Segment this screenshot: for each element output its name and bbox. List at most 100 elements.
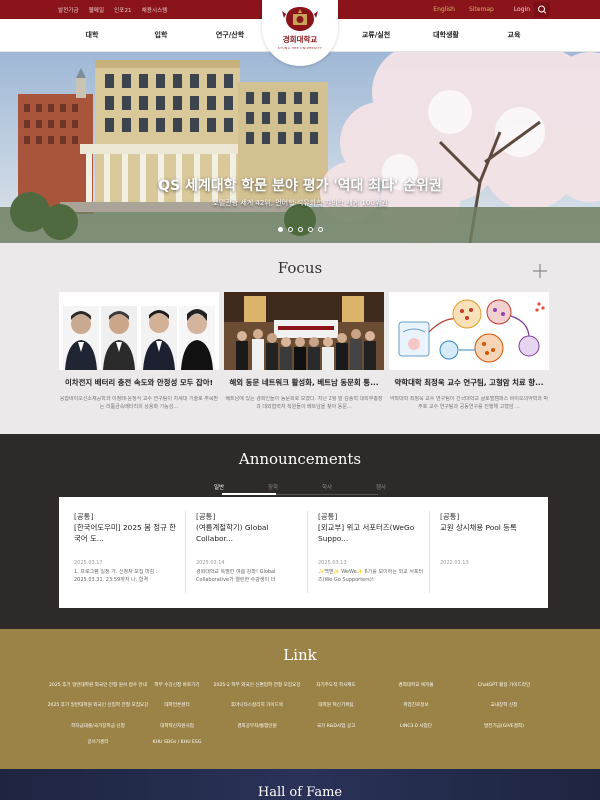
slider-dot[interactable] (277, 227, 283, 232)
slider-pagination (0, 227, 600, 232)
university-emblem-icon (282, 7, 318, 31)
announcements-panel: [공통] [한국어도우미] 2025 봄 정규 한국어 도... 2025.03… (59, 497, 548, 608)
slider-dot[interactable] (297, 227, 303, 232)
focus-card-summary: 베트남에 있는 경희인들이 동문회로 모였다. 지난 2월 말 김종혁 대외부총… (225, 396, 383, 410)
quick-link[interactable]: 대학언론센터 (164, 703, 189, 709)
announcement-tag: [공통] (196, 512, 216, 521)
announcement-title[interactable]: 교원 상시채용 Pool 등록 (440, 522, 546, 544)
focus-card[interactable]: 이차전지 배터리 충전 속도와 안정성 모두 잡아! 응합바이오신소재공학과 이… (59, 292, 219, 411)
announcement-excerpt (440, 569, 546, 584)
tab-general[interactable]: 일반 (192, 483, 246, 491)
nav-item-admission[interactable]: 입학 (155, 19, 168, 52)
quick-link[interactable]: 경희공부자/통합인원 (237, 724, 277, 730)
slider-dot[interactable] (317, 227, 323, 232)
alumni-group-photo-image (224, 292, 384, 370)
announcement-date: 2025.03.14 (196, 560, 225, 566)
slider-dot[interactable] (287, 227, 293, 232)
link-title: Link (283, 646, 317, 664)
nav-item-education[interactable]: 교육 (508, 19, 521, 52)
quick-link[interactable]: 2025-2 학부 외국인 신편입학 전형 모집요강 (214, 683, 301, 689)
announcement-excerpt: ✨백엔✨ WeWe✨ 6기를 모이하는 외교 서포터즈(We Go Suppor… (318, 569, 424, 583)
focus-section: Focus 이차전지 배터리 충전 속도와 안정성 모두 잡아! 응합바이오신소… (0, 243, 600, 434)
nav-item-exchange[interactable]: 교류/실천 (362, 19, 390, 52)
quick-link[interactable]: 경희대학교 복지몰 (398, 683, 433, 689)
search-button[interactable] (534, 2, 550, 17)
tab-underline-active (222, 493, 276, 495)
login-link[interactable]: Login (514, 6, 530, 13)
announcement-excerpt: 경희대학교 특별한 여름 강좌! Global Collaborative가 열… (196, 569, 276, 583)
tab-scholarship[interactable]: 장학 (246, 483, 300, 491)
hero-subheadline: 호텔관광 세계 42위, 언어학·석유화학·치의학 세계 100위권 (212, 199, 388, 207)
quick-link[interactable]: KHU SDGs / KHU ESG (153, 740, 202, 746)
quick-link[interactable]: 학자금대출/국가장학금 신청 (71, 724, 125, 730)
quick-link[interactable]: 발전기금(GIVE경희) (484, 724, 524, 730)
utility-link-recruit[interactable]: 채용시스템 (142, 6, 168, 14)
quick-link[interactable]: 대학혁신지원사업 (160, 724, 194, 730)
quick-link[interactable]: 2025 후기 일반대학원 외국인 전형 원서 접수 안내 (49, 683, 147, 689)
english-link[interactable]: English (433, 6, 455, 13)
quick-link[interactable]: 국가 R&D사업 공고 (317, 724, 356, 730)
nav-item-research[interactable]: 연구/산학 (216, 19, 244, 52)
quick-link[interactable]: 교내장학 신청 (491, 703, 518, 709)
utility-right: English Sitemap Login (433, 0, 530, 19)
researchers-portrait-image (59, 292, 219, 370)
focus-title: Focus (277, 259, 323, 277)
hall-of-fame-section: Hall of Fame (0, 769, 600, 800)
announcement-tag: [공통] (440, 512, 460, 521)
announcements-section: Announcements 일반 장학 학사 행사 [공통] [한국어도우미] … (0, 434, 600, 629)
announcement-item[interactable]: [공통] 교원 상시채용 Pool 등록 2022.01.13 (440, 511, 546, 584)
announcement-tag: [공통] (318, 512, 338, 521)
quick-link[interactable]: 취업진로정보 (403, 703, 428, 709)
announcement-date: 2022.01.13 (440, 560, 469, 566)
focus-card-image (224, 292, 384, 370)
nav-item-campus-life[interactable]: 대학생활 (433, 19, 459, 52)
focus-card-title[interactable]: 약학대학 최정욱 교수 연구팀, 고형암 치료 향... (389, 377, 549, 388)
quick-link[interactable]: 자기주도적 학사제도 (316, 683, 356, 689)
focus-card-summary: 응합바이오신소재공학과 이정태·윤정식 교수 연구팀이 차세대 기술로 주목받는… (59, 396, 219, 410)
focus-card[interactable]: 약학대학 최정욱 교수 연구팀, 고형암 치료 향... 약학대학 최정욱 교수… (389, 292, 549, 411)
logo-subtitle: KYUNG HEE UNIVERSITY (277, 46, 323, 50)
announcement-excerpt: 1. 프로그램 일정 가. 신청자 모집 마감 : 2025.03.31. 23… (74, 569, 158, 583)
utility-link-webmail[interactable]: 웹메일 (89, 6, 104, 14)
tab-academic[interactable]: 학사 (300, 483, 354, 491)
utility-link-info21[interactable]: 인포21 (114, 6, 132, 14)
quick-link[interactable]: 2025 후기 일반대학원 외국인 신입학 전형 모집요강 (48, 703, 149, 709)
announcements-title: Announcements (238, 450, 362, 468)
quick-link[interactable]: 학부 수강신청 바로가기 (154, 683, 199, 689)
focus-card-summary: 약학대학 최정욱 교수 연구팀이 건국대학교 글로벌캠퍼스 바이오의약학과 박주… (389, 396, 549, 410)
sitemap-link[interactable]: Sitemap (469, 6, 494, 13)
utility-link-fund[interactable]: 발전기금 (58, 6, 79, 14)
column-divider (307, 511, 308, 593)
focus-card-title[interactable]: 이차전지 배터리 충전 속도와 안정성 모두 잡아! (59, 377, 219, 388)
quick-link[interactable]: ChatGPT 활용 가이드라인 (478, 683, 530, 689)
nav-item-university[interactable]: 대학 (86, 19, 99, 52)
search-icon (534, 2, 550, 17)
quick-link[interactable]: 대학원 혁신기획팀 (318, 703, 353, 709)
logo-name: 경희대학교 (282, 35, 318, 44)
hero-headline[interactable]: QS 세계대학 학문 분야 평가 '역대 최다' 순위권 (0, 175, 600, 195)
announcement-title[interactable]: (여름계절학기) Global Collabor... (196, 522, 302, 544)
hero-campus-photo (0, 52, 600, 243)
hero-slider[interactable]: QS 세계대학 학문 분야 평가 '역대 최다' 순위권 호텔관광 세계 42위… (0, 52, 600, 243)
announcement-item[interactable]: [공통] [한국어도우미] 2025 봄 정규 한국어 도... 2025.03… (74, 511, 180, 584)
more-plus-icon[interactable] (532, 263, 548, 279)
quick-link[interactable]: 후마니타스칼리지 가이드북 (231, 703, 283, 709)
quick-link[interactable]: LINC3.0 사업단 (400, 724, 432, 730)
announcement-title[interactable]: [외교부] 위고 서포터즈(WeGo Suppo... (318, 522, 424, 544)
quick-link[interactable]: 글쓰기센터 (87, 740, 108, 746)
focus-card[interactable]: 해외 동문 네트워크 활성화, 베트남 동문회 통... 베트남에 있는 경희인… (224, 292, 384, 411)
hall-of-fame-title: Hall of Fame (257, 785, 343, 800)
column-divider (429, 511, 430, 593)
announcement-tag: [공통] (74, 512, 94, 521)
tab-events[interactable]: 행사 (354, 483, 408, 491)
column-divider (185, 511, 186, 593)
focus-card-title[interactable]: 해외 동문 네트워크 활성화, 베트남 동문회 통... (224, 377, 384, 388)
focus-card-image (389, 292, 549, 370)
announcement-title[interactable]: [한국어도우미] 2025 봄 정규 한국어 도... (74, 522, 180, 544)
slider-dot[interactable] (307, 227, 313, 232)
link-section: Link 2025 후기 일반대학원 외국인 전형 원서 접수 안내 학부 수강… (0, 629, 600, 769)
announcements-tabs: 일반 장학 학사 행사 (0, 483, 600, 491)
announcement-item[interactable]: [공통] (여름계절학기) Global Collabor... 2025.03… (196, 511, 302, 584)
utility-links: 발전기금 웹메일 인포21 채용시스템 (58, 0, 167, 19)
announcement-item[interactable]: [공통] [외교부] 위고 서포터즈(WeGo Suppo... 2025.03… (318, 511, 424, 584)
